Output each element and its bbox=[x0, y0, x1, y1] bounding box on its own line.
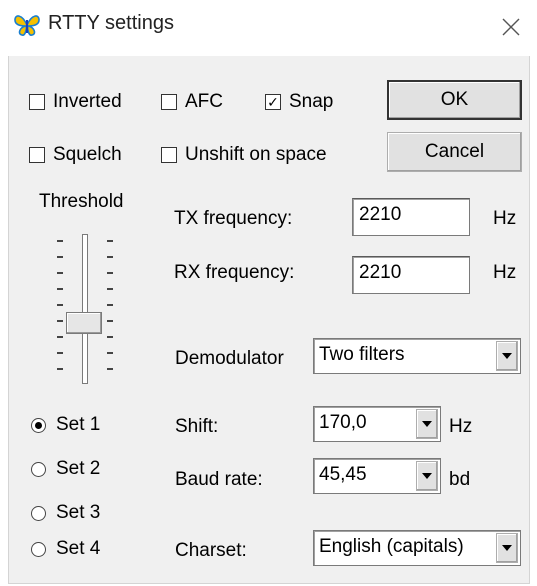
set-3-radio[interactable]: Set 3 bbox=[31, 502, 100, 524]
baud-rate-dropdown-button[interactable] bbox=[416, 461, 438, 491]
charset-label: Charset: bbox=[175, 540, 247, 561]
chevron-down-icon bbox=[502, 353, 512, 359]
snap-label: Snap bbox=[289, 91, 334, 112]
tx-unit: Hz bbox=[493, 208, 517, 229]
set-2-radio[interactable]: Set 2 bbox=[31, 458, 100, 480]
charset-dropdown-button[interactable] bbox=[496, 533, 518, 563]
set-1-radio-circle[interactable] bbox=[31, 417, 46, 433]
set-2-radio-circle[interactable] bbox=[31, 461, 46, 477]
inverted-label: Inverted bbox=[53, 91, 122, 112]
snap-checkbox[interactable]: ✓ Snap bbox=[265, 91, 333, 113]
set-1-radio[interactable]: Set 1 bbox=[31, 414, 100, 436]
threshold-slider-track[interactable] bbox=[82, 234, 88, 384]
afc-checkbox[interactable]: AFC bbox=[161, 91, 223, 113]
shift-dropdown-button[interactable] bbox=[416, 409, 438, 439]
demodulator-label: Demodulator bbox=[175, 348, 284, 369]
baud-rate-unit: bd bbox=[449, 469, 471, 490]
threshold-slider-thumb[interactable] bbox=[66, 312, 102, 334]
shift-label: Shift: bbox=[175, 416, 219, 437]
cancel-button[interactable]: Cancel bbox=[387, 132, 522, 172]
rx-frequency-field[interactable]: 2210 bbox=[352, 256, 470, 294]
unshift-checkbox[interactable]: Unshift on space bbox=[161, 144, 327, 166]
chevron-down-icon bbox=[422, 473, 432, 479]
ok-button[interactable]: OK bbox=[387, 80, 522, 120]
set-4-label: Set 4 bbox=[56, 538, 101, 559]
dialog-client: Inverted AFC ✓ Snap OK Squelch Unshift o… bbox=[8, 56, 530, 584]
butterfly-icon bbox=[14, 15, 40, 36]
inverted-checkbox-box[interactable] bbox=[29, 94, 45, 110]
charset-select[interactable]: English (capitals) bbox=[313, 530, 521, 566]
baud-rate-label: Baud rate: bbox=[175, 469, 263, 490]
shift-value: 170,0 bbox=[319, 412, 367, 433]
baud-rate-value: 45,45 bbox=[319, 464, 367, 485]
close-icon bbox=[502, 18, 520, 36]
shift-select[interactable]: 170,0 bbox=[313, 406, 441, 442]
squelch-checkbox-box[interactable] bbox=[29, 147, 45, 163]
squelch-checkbox[interactable]: Squelch bbox=[29, 144, 122, 166]
tx-frequency-label: TX frequency: bbox=[174, 208, 293, 229]
afc-checkbox-box[interactable] bbox=[161, 94, 177, 110]
demodulator-value: Two filters bbox=[319, 344, 405, 365]
set-2-label: Set 2 bbox=[56, 458, 101, 479]
set-4-radio[interactable]: Set 4 bbox=[31, 538, 100, 560]
tx-frequency-field[interactable]: 2210 bbox=[352, 198, 470, 236]
unshift-label: Unshift on space bbox=[185, 144, 327, 165]
demodulator-select[interactable]: Two filters bbox=[313, 338, 521, 374]
threshold-slider[interactable] bbox=[47, 234, 127, 384]
baud-rate-select[interactable]: 45,45 bbox=[313, 458, 441, 494]
squelch-label: Squelch bbox=[53, 144, 122, 165]
demodulator-dropdown-button[interactable] bbox=[496, 341, 518, 371]
chevron-down-icon bbox=[502, 545, 512, 551]
title-bar: RTTY settings bbox=[0, 0, 537, 52]
charset-value: English (capitals) bbox=[319, 536, 464, 557]
afc-label: AFC bbox=[185, 91, 223, 112]
chevron-down-icon bbox=[422, 421, 432, 427]
set-3-radio-circle[interactable] bbox=[31, 505, 46, 521]
shift-unit: Hz bbox=[449, 416, 473, 437]
set-4-radio-circle[interactable] bbox=[31, 541, 46, 557]
unshift-checkbox-box[interactable] bbox=[161, 147, 177, 163]
rx-unit: Hz bbox=[493, 262, 517, 283]
threshold-label: Threshold bbox=[39, 191, 124, 212]
rx-frequency-label: RX frequency: bbox=[174, 262, 295, 283]
snap-checkbox-box[interactable]: ✓ bbox=[265, 94, 281, 110]
set-1-label: Set 1 bbox=[56, 414, 101, 435]
window-title: RTTY settings bbox=[48, 12, 174, 34]
set-3-label: Set 3 bbox=[56, 502, 101, 523]
close-button[interactable] bbox=[496, 12, 526, 42]
inverted-checkbox[interactable]: Inverted bbox=[29, 91, 122, 113]
